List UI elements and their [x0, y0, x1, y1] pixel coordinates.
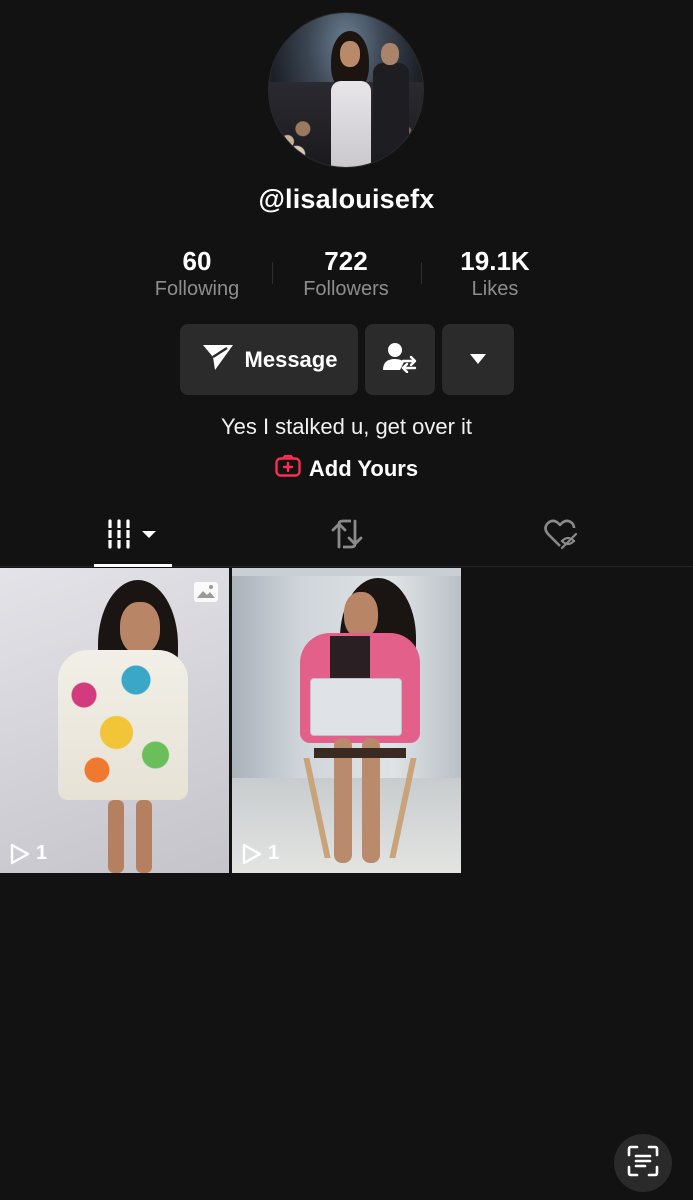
- video-thumbnail[interactable]: 1: [0, 568, 229, 873]
- tab-liked[interactable]: [522, 505, 600, 567]
- add-yours-icon: [275, 454, 301, 483]
- photo-post-icon: [194, 582, 218, 607]
- stat-likes-label: Likes: [471, 278, 519, 300]
- profile-stats: 60 Following 722 Followers 19.1K Likes: [0, 244, 693, 306]
- stat-followers-label: Followers: [303, 278, 389, 300]
- video-thumbnail[interactable]: 1: [232, 568, 461, 873]
- username: @lisalouisefx: [258, 184, 435, 214]
- stat-following-label: Following: [154, 278, 240, 300]
- stat-followers[interactable]: 722 Followers: [281, 244, 411, 301]
- tab-selected-indicator: [94, 564, 172, 567]
- play-icon: [242, 843, 262, 864]
- view-count-value: 1: [268, 842, 280, 864]
- avatar-person-background: [373, 43, 409, 153]
- scan-text-icon: [626, 1144, 660, 1183]
- view-count-value: 1: [36, 842, 48, 864]
- stat-likes[interactable]: 19.1K Likes: [430, 244, 560, 301]
- stat-followers-value: 722: [324, 246, 368, 276]
- thumbnail-person: [300, 578, 430, 873]
- message-button-label: Message: [244, 346, 338, 372]
- stat-likes-value: 19.1K: [460, 246, 530, 276]
- user-swap-icon: [383, 341, 417, 378]
- add-yours-link[interactable]: Add Yours: [0, 454, 693, 483]
- content-tabs: [0, 505, 693, 567]
- more-options-button[interactable]: [442, 324, 514, 395]
- friends-button[interactable]: [365, 324, 435, 395]
- profile-bio: Yes I stalked u, get over it: [220, 414, 473, 439]
- avatar-person: [327, 31, 373, 167]
- tab-reposts[interactable]: [308, 505, 386, 567]
- stat-divider: [272, 262, 273, 284]
- profile-page: @lisalouisefx 60 Following 722 Followers…: [0, 0, 693, 1200]
- reposts-icon: [330, 518, 364, 555]
- profile-avatar[interactable]: [268, 12, 424, 168]
- stat-following[interactable]: 60 Following: [132, 244, 262, 301]
- thumbnail-person: [48, 580, 198, 873]
- stat-following-value: 60: [182, 246, 212, 276]
- send-icon: [201, 342, 235, 377]
- liked-hidden-icon: [543, 518, 579, 555]
- add-yours-label: Add Yours: [308, 456, 419, 481]
- message-button[interactable]: Message: [180, 324, 358, 395]
- stat-divider: [421, 262, 422, 284]
- view-count: 1: [10, 842, 47, 865]
- videos-grid-icon: [105, 518, 161, 555]
- scan-text-button[interactable]: [614, 1134, 672, 1192]
- play-icon: [10, 843, 30, 864]
- tab-videos[interactable]: [94, 505, 172, 567]
- caret-down-icon: [470, 351, 486, 369]
- view-count: 1: [242, 842, 279, 865]
